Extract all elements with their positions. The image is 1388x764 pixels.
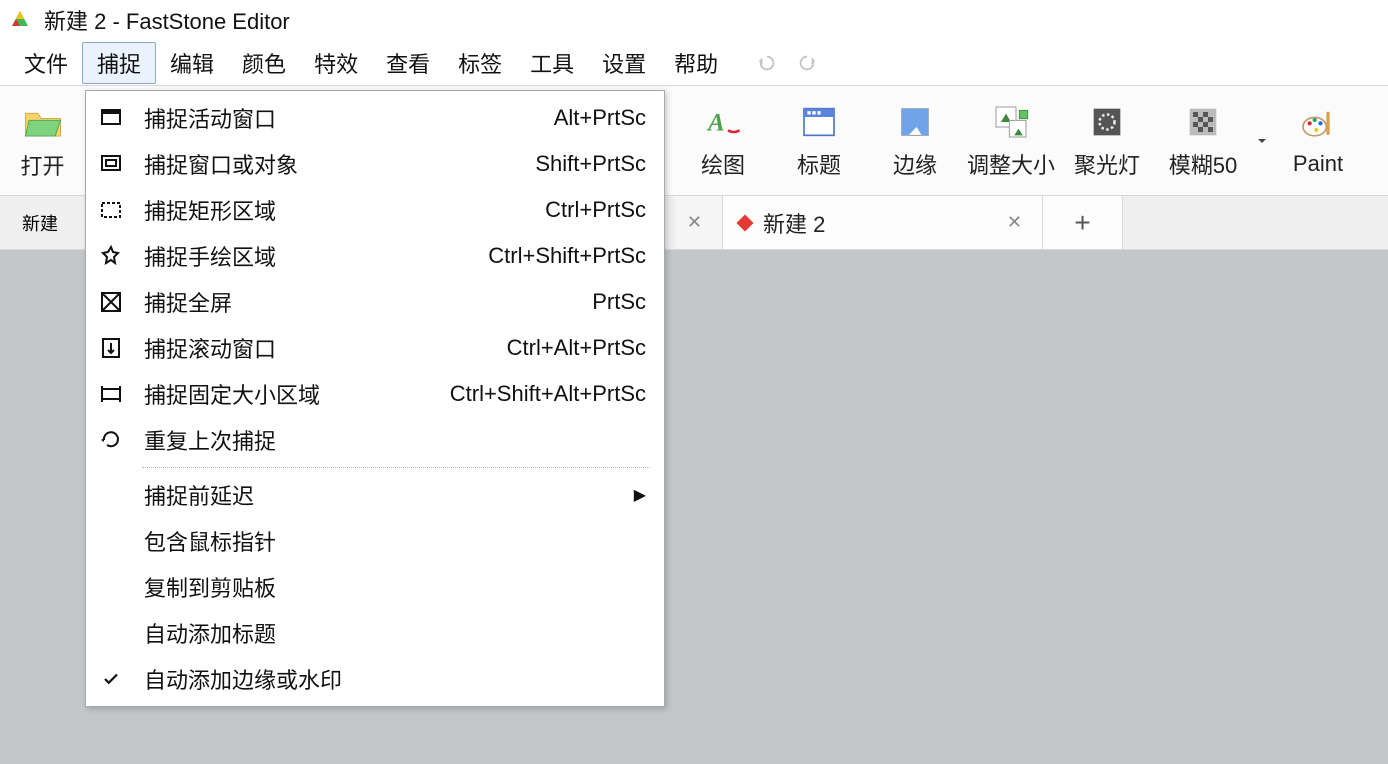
tab-active[interactable]: 新建 2 ✕ [723,196,1043,249]
freehand-icon [99,244,123,268]
menu-item-label: 捕捉活动窗口 [144,102,536,134]
tab-prev-close[interactable]: ✕ [675,196,723,249]
toolbar-edge-button[interactable]: 边缘 [867,86,963,195]
menu-item-label: 捕捉全屏 [144,286,574,318]
title-icon [799,102,839,142]
toolbar-resize-button[interactable]: 调整大小 [963,86,1059,195]
repeat-icon [99,428,123,452]
toolbar-draw-label: 绘图 [701,148,745,180]
toolbar-resize-label: 调整大小 [967,148,1055,180]
auto-add-edge-watermark[interactable]: 自动添加边缘或水印 [86,656,664,702]
capture-freehand[interactable]: 捕捉手绘区域 Ctrl+Shift+PrtSc [86,233,664,279]
resize-icon [991,102,1031,142]
toolbar-dropdown-arrow[interactable] [1251,86,1273,195]
menu-item-label: 捕捉滚动窗口 [144,332,489,364]
window-icon [99,106,123,130]
app-icon [8,8,32,32]
capture-active-window[interactable]: 捕捉活动窗口 Alt+PrtSc [86,95,664,141]
menu-item-shortcut: Alt+PrtSc [554,105,646,131]
toolbar-paint-label: Paint [1293,151,1343,177]
toolbar-paint-button[interactable]: Paint [1273,86,1363,195]
menu-item-label: 捕捉窗口或对象 [144,148,517,180]
toolbar-blur-button[interactable]: 模糊50 [1155,86,1251,195]
scroll-icon [99,336,123,360]
svg-text:A: A [706,109,725,136]
menu-item-shortcut: Ctrl+Shift+PrtSc [488,243,646,269]
new-tab-button[interactable]: + [1043,196,1123,249]
tab-active-label: 新建 2 [763,207,991,239]
rect-select-icon [99,198,123,222]
submenu-arrow-icon: ▶ [634,485,646,505]
fixed-rect-icon [99,382,123,406]
menu-item-shortcut: Ctrl+Alt+PrtSc [507,335,646,361]
chevron-down-icon [1257,136,1267,146]
menu-effect[interactable]: 特效 [300,43,372,83]
close-icon[interactable]: ✕ [683,212,706,233]
menu-view[interactable]: 查看 [372,43,444,83]
menu-file[interactable]: 文件 [10,43,82,83]
menu-item-label: 捕捉矩形区域 [144,194,527,226]
menu-tools[interactable]: 工具 [516,43,588,83]
history-controls [756,52,818,74]
toolbar-spotlight-button[interactable]: 聚光灯 [1059,86,1155,195]
titlebar: 新建 2 - FastStone Editor [0,0,1388,40]
repeat-last-capture[interactable]: 重复上次捕捉 [86,417,664,463]
toolbar-title-button[interactable]: 标题 [771,86,867,195]
menubar: 文件 捕捉 编辑 颜色 特效 查看 标签 工具 设置 帮助 [0,40,1388,86]
menu-item-shortcut: Ctrl+Shift+Alt+PrtSc [450,381,646,407]
capture-window-object[interactable]: 捕捉窗口或对象 Shift+PrtSc [86,141,664,187]
capture-scrolling[interactable]: 捕捉滚动窗口 Ctrl+Alt+PrtSc [86,325,664,371]
toolbar-open-label: 打开 [20,149,64,181]
toolbar-spotlight-label: 聚光灯 [1074,148,1140,180]
open-folder-icon [22,101,64,143]
menu-item-shortcut: PrtSc [592,289,646,315]
tab-partial[interactable]: 新建 [0,196,85,249]
menu-item-shortcut: Shift+PrtSc [535,151,646,177]
toolbar-open-button[interactable]: 打开 [0,86,85,195]
check-icon [102,670,120,688]
redo-icon[interactable] [796,52,818,74]
fullscreen-icon [99,290,123,314]
toolbar-draw-button[interactable]: A 绘图 [675,86,771,195]
menu-item-label: 自动添加标题 [144,617,646,649]
capture-dropdown: 捕捉活动窗口 Alt+PrtSc 捕捉窗口或对象 Shift+PrtSc 捕捉矩… [85,90,665,707]
capture-fullscreen[interactable]: 捕捉全屏 PrtSc [86,279,664,325]
undo-icon[interactable] [756,52,778,74]
toolbar-edge-label: 边缘 [893,148,937,180]
menu-item-label: 复制到剪贴板 [144,571,646,603]
blur-icon [1183,102,1223,142]
menu-item-label: 捕捉手绘区域 [144,240,470,272]
menu-label[interactable]: 标签 [444,43,516,83]
menu-item-label: 包含鼠标指针 [144,525,646,557]
auto-add-title[interactable]: 自动添加标题 [86,610,664,656]
menu-item-label: 捕捉固定大小区域 [144,378,432,410]
menu-item-label: 重复上次捕捉 [144,424,628,456]
menu-color[interactable]: 颜色 [228,43,300,83]
menu-item-shortcut: Ctrl+PrtSc [545,197,646,223]
object-icon [99,152,123,176]
modified-indicator-icon [737,214,754,231]
capture-rect[interactable]: 捕捉矩形区域 Ctrl+PrtSc [86,187,664,233]
window-title: 新建 2 - FastStone Editor [44,4,290,36]
close-icon[interactable]: ✕ [1003,212,1026,233]
copy-to-clipboard[interactable]: 复制到剪贴板 [86,564,664,610]
spotlight-icon [1087,102,1127,142]
menu-item-label: 捕捉前延迟 [144,479,616,511]
capture-fixed-size[interactable]: 捕捉固定大小区域 Ctrl+Shift+Alt+PrtSc [86,371,664,417]
include-cursor[interactable]: 包含鼠标指针 [86,518,664,564]
capture-delay[interactable]: 捕捉前延迟 ▶ [86,472,664,518]
menu-item-label: 自动添加边缘或水印 [144,663,646,695]
toolbar-blur-label: 模糊50 [1169,148,1237,180]
draw-icon: A [703,102,743,142]
toolbar-title-label: 标题 [797,148,841,180]
edge-icon [895,102,935,142]
menu-capture[interactable]: 捕捉 [82,42,156,84]
tab-partial-label: 新建 [22,210,58,236]
menu-separator [142,467,650,468]
menu-settings[interactable]: 设置 [588,43,660,83]
menu-help[interactable]: 帮助 [660,43,732,83]
menu-edit[interactable]: 编辑 [156,43,228,83]
paint-icon [1298,105,1338,145]
